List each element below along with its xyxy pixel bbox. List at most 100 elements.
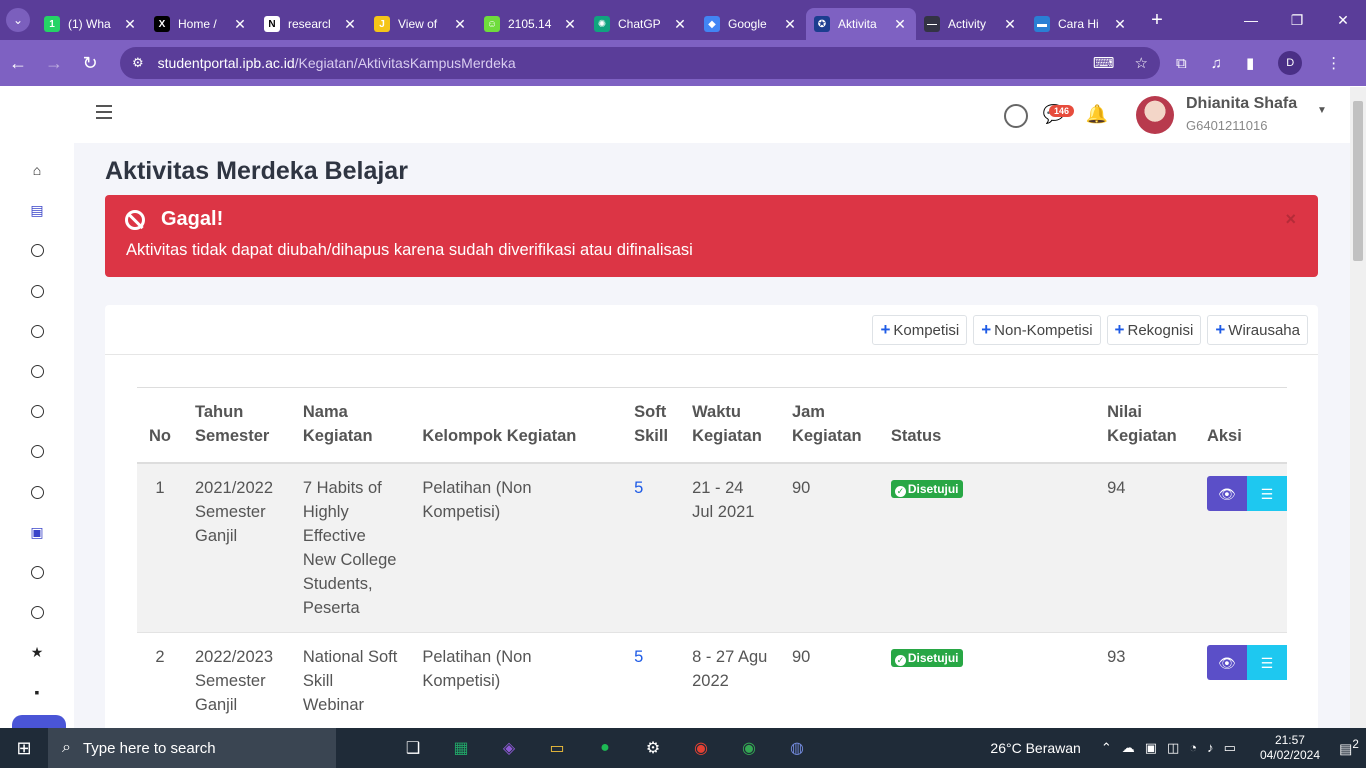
site-info-icon[interactable]: ⚙ xyxy=(132,55,144,71)
minimize-button[interactable]: — xyxy=(1228,12,1274,29)
close-tab-icon[interactable]: ✕ xyxy=(892,16,908,33)
col-waktu[interactable]: Waktu Kegiatan xyxy=(680,387,780,464)
close-tab-icon[interactable]: ✕ xyxy=(342,16,358,33)
chrome-profile-icon[interactable]: ◉ xyxy=(734,733,764,763)
sidebar-item-circle-2[interactable] xyxy=(28,282,46,300)
browser-tab[interactable]: ◆ Google ✕ xyxy=(696,8,806,40)
hamburger-menu-icon[interactable] xyxy=(96,105,112,119)
browser-menu-icon[interactable]: ⋮ xyxy=(1326,54,1341,72)
task-view-icon[interactable]: ❑ xyxy=(398,733,428,763)
alert-close-button[interactable]: × xyxy=(1285,209,1296,230)
book-icon[interactable]: ▤ xyxy=(28,201,46,219)
add-non-kompetisi-button[interactable]: + Non-Kompetisi xyxy=(973,315,1101,345)
browser-tab[interactable]: ☺ 2105.14 ✕ xyxy=(476,8,586,40)
close-tab-icon[interactable]: ✕ xyxy=(672,16,688,33)
clock-date: 04/02/2024 xyxy=(1259,748,1320,762)
compass-icon[interactable] xyxy=(1004,104,1028,128)
avatar[interactable] xyxy=(1136,96,1174,134)
check-icon: ✓ xyxy=(894,486,906,497)
add-kompetisi-button[interactable]: + Kompetisi xyxy=(872,315,968,345)
side-panel-icon[interactable]: ▮ xyxy=(1246,54,1254,72)
browser-tab[interactable]: Nresearcl ✕ xyxy=(256,8,366,40)
user-name[interactable]: Dhianita Shafa xyxy=(1186,95,1297,113)
browser-tab[interactable]: — Activity ✕ xyxy=(916,8,1026,40)
system-tray: 26°C Berawan ⌃☁▣◫◔♪▭ 21:57 04/02/2024 ▤2 xyxy=(990,733,1366,763)
close-tab-icon[interactable]: ✕ xyxy=(1112,16,1128,33)
restore-button[interactable]: ❐ xyxy=(1274,12,1320,29)
bell-icon[interactable]: 🔔 xyxy=(1085,104,1109,128)
sidebar-item-circle-9[interactable] xyxy=(28,603,46,621)
address-bar[interactable]: ⚙ studentportal.ipb.ac.id/Kegiatan/Aktiv… xyxy=(120,47,1160,79)
clipboard-icon[interactable]: ▣ xyxy=(28,523,46,541)
discord-icon[interactable]: ◍ xyxy=(782,733,812,763)
back-button[interactable]: ← xyxy=(0,53,36,74)
browser-tab[interactable]: X Home / ✕ xyxy=(146,8,256,40)
spotify-icon[interactable]: ● xyxy=(590,733,620,763)
new-tab-button[interactable]: + xyxy=(1142,9,1172,32)
close-window-button[interactable]: ✕ xyxy=(1320,12,1366,29)
sidebar-item-circle-8[interactable] xyxy=(28,563,46,581)
eye-icon[interactable]: 👁 xyxy=(1206,645,1247,680)
note-icon[interactable]: ▪ xyxy=(28,683,46,701)
col-nama[interactable]: Nama Kegiatan xyxy=(290,387,411,464)
close-tab-icon[interactable]: ✕ xyxy=(232,16,248,33)
star-icon[interactable]: ★ xyxy=(28,643,46,661)
browser-tab[interactable]: ✪ Aktivita ✕ xyxy=(806,8,916,40)
browser-tab[interactable]: ✺ ChatGP ✕ xyxy=(586,8,696,40)
close-tab-icon[interactable]: ✕ xyxy=(562,16,578,33)
col-jam[interactable]: Jam Kegiatan xyxy=(779,387,879,464)
col-no[interactable]: No xyxy=(137,387,183,464)
close-tab-icon[interactable]: ✕ xyxy=(122,16,138,33)
add-wirausaha-button[interactable]: + Wirausaha xyxy=(1207,315,1308,345)
profile-avatar[interactable]: D xyxy=(1278,51,1303,75)
page-scrollbar[interactable] xyxy=(1350,87,1366,728)
visual-studio-icon[interactable]: ◈ xyxy=(494,733,524,763)
cell-soft-skill-link[interactable]: 5 xyxy=(622,632,681,728)
eye-icon[interactable]: 👁 xyxy=(1206,476,1247,511)
scrollbar-thumb[interactable] xyxy=(1353,101,1363,261)
tray-icons[interactable]: ⌃☁▣◫◔♪▭ xyxy=(1101,740,1246,756)
notification-icon[interactable]: ▤2 xyxy=(1332,738,1366,758)
tab-search-button[interactable]: ⌄ xyxy=(0,0,36,40)
col-tahun[interactable]: Tahun Semester xyxy=(183,387,291,464)
settings-icon[interactable]: ⚙ xyxy=(638,733,668,763)
forward-button[interactable]: → xyxy=(36,53,72,74)
col-kelompok[interactable]: Kelompok Kegiatan xyxy=(410,387,623,464)
taskbar-search-box[interactable]: ⌕ Type here to search xyxy=(48,728,336,768)
sidebar-item-circle-5[interactable] xyxy=(28,402,46,420)
close-tab-icon[interactable]: ✕ xyxy=(452,16,468,33)
caret-down-icon[interactable]: ▼ xyxy=(1317,105,1327,116)
bookmark-star-icon[interactable]: ☆ xyxy=(1135,54,1148,72)
add-rekognisi-button[interactable]: + Rekognisi xyxy=(1106,315,1202,345)
close-tab-icon[interactable]: ✕ xyxy=(1002,16,1018,33)
list-icon[interactable]: ☰ xyxy=(1246,476,1287,511)
cell-soft-skill-link[interactable]: 5 xyxy=(622,463,681,633)
reload-button[interactable]: ↻ xyxy=(72,53,108,74)
excel-icon[interactable]: ▦ xyxy=(446,733,476,763)
home-icon[interactable]: ⌂ xyxy=(28,161,46,179)
col-nilai[interactable]: Nilai Kegiatan xyxy=(1095,387,1195,464)
browser-tab[interactable]: ▬ Cara Hi ✕ xyxy=(1026,8,1136,40)
windows-start-icon[interactable]: ⊞ xyxy=(0,738,48,759)
weather-widget[interactable]: 26°C Berawan xyxy=(990,740,1080,756)
col-soft-skill[interactable]: Soft Skill xyxy=(622,387,681,464)
sidebar-item-circle-6[interactable] xyxy=(28,442,46,460)
media-control-icon[interactable]: ♫ xyxy=(1211,55,1222,72)
close-tab-icon[interactable]: ✕ xyxy=(782,16,798,33)
sidebar-item-circle-4[interactable] xyxy=(28,362,46,380)
list-icon[interactable]: ☰ xyxy=(1246,645,1287,680)
extensions-icon[interactable]: ⧉ xyxy=(1176,55,1187,72)
translate-icon[interactable]: ⌨ xyxy=(1093,54,1115,72)
clock[interactable]: 21:57 04/02/2024 xyxy=(1260,733,1320,763)
cell-jam: 90 xyxy=(779,463,879,633)
file-explorer-icon[interactable]: ▭ xyxy=(542,733,572,763)
chrome-icon[interactable]: ◉ xyxy=(686,733,716,763)
sidebar-item-circle-1[interactable] xyxy=(28,241,46,259)
browser-tab[interactable]: 1 (1) Wha ✕ xyxy=(36,8,146,40)
sidebar-item-circle-3[interactable] xyxy=(28,322,46,340)
sidebar-bottom-button[interactable] xyxy=(12,715,66,728)
col-status[interactable]: Status xyxy=(878,387,1096,464)
browser-tab[interactable]: J View of ✕ xyxy=(366,8,476,40)
sidebar-item-circle-7[interactable] xyxy=(28,483,46,501)
notion-icon: N xyxy=(264,16,280,32)
